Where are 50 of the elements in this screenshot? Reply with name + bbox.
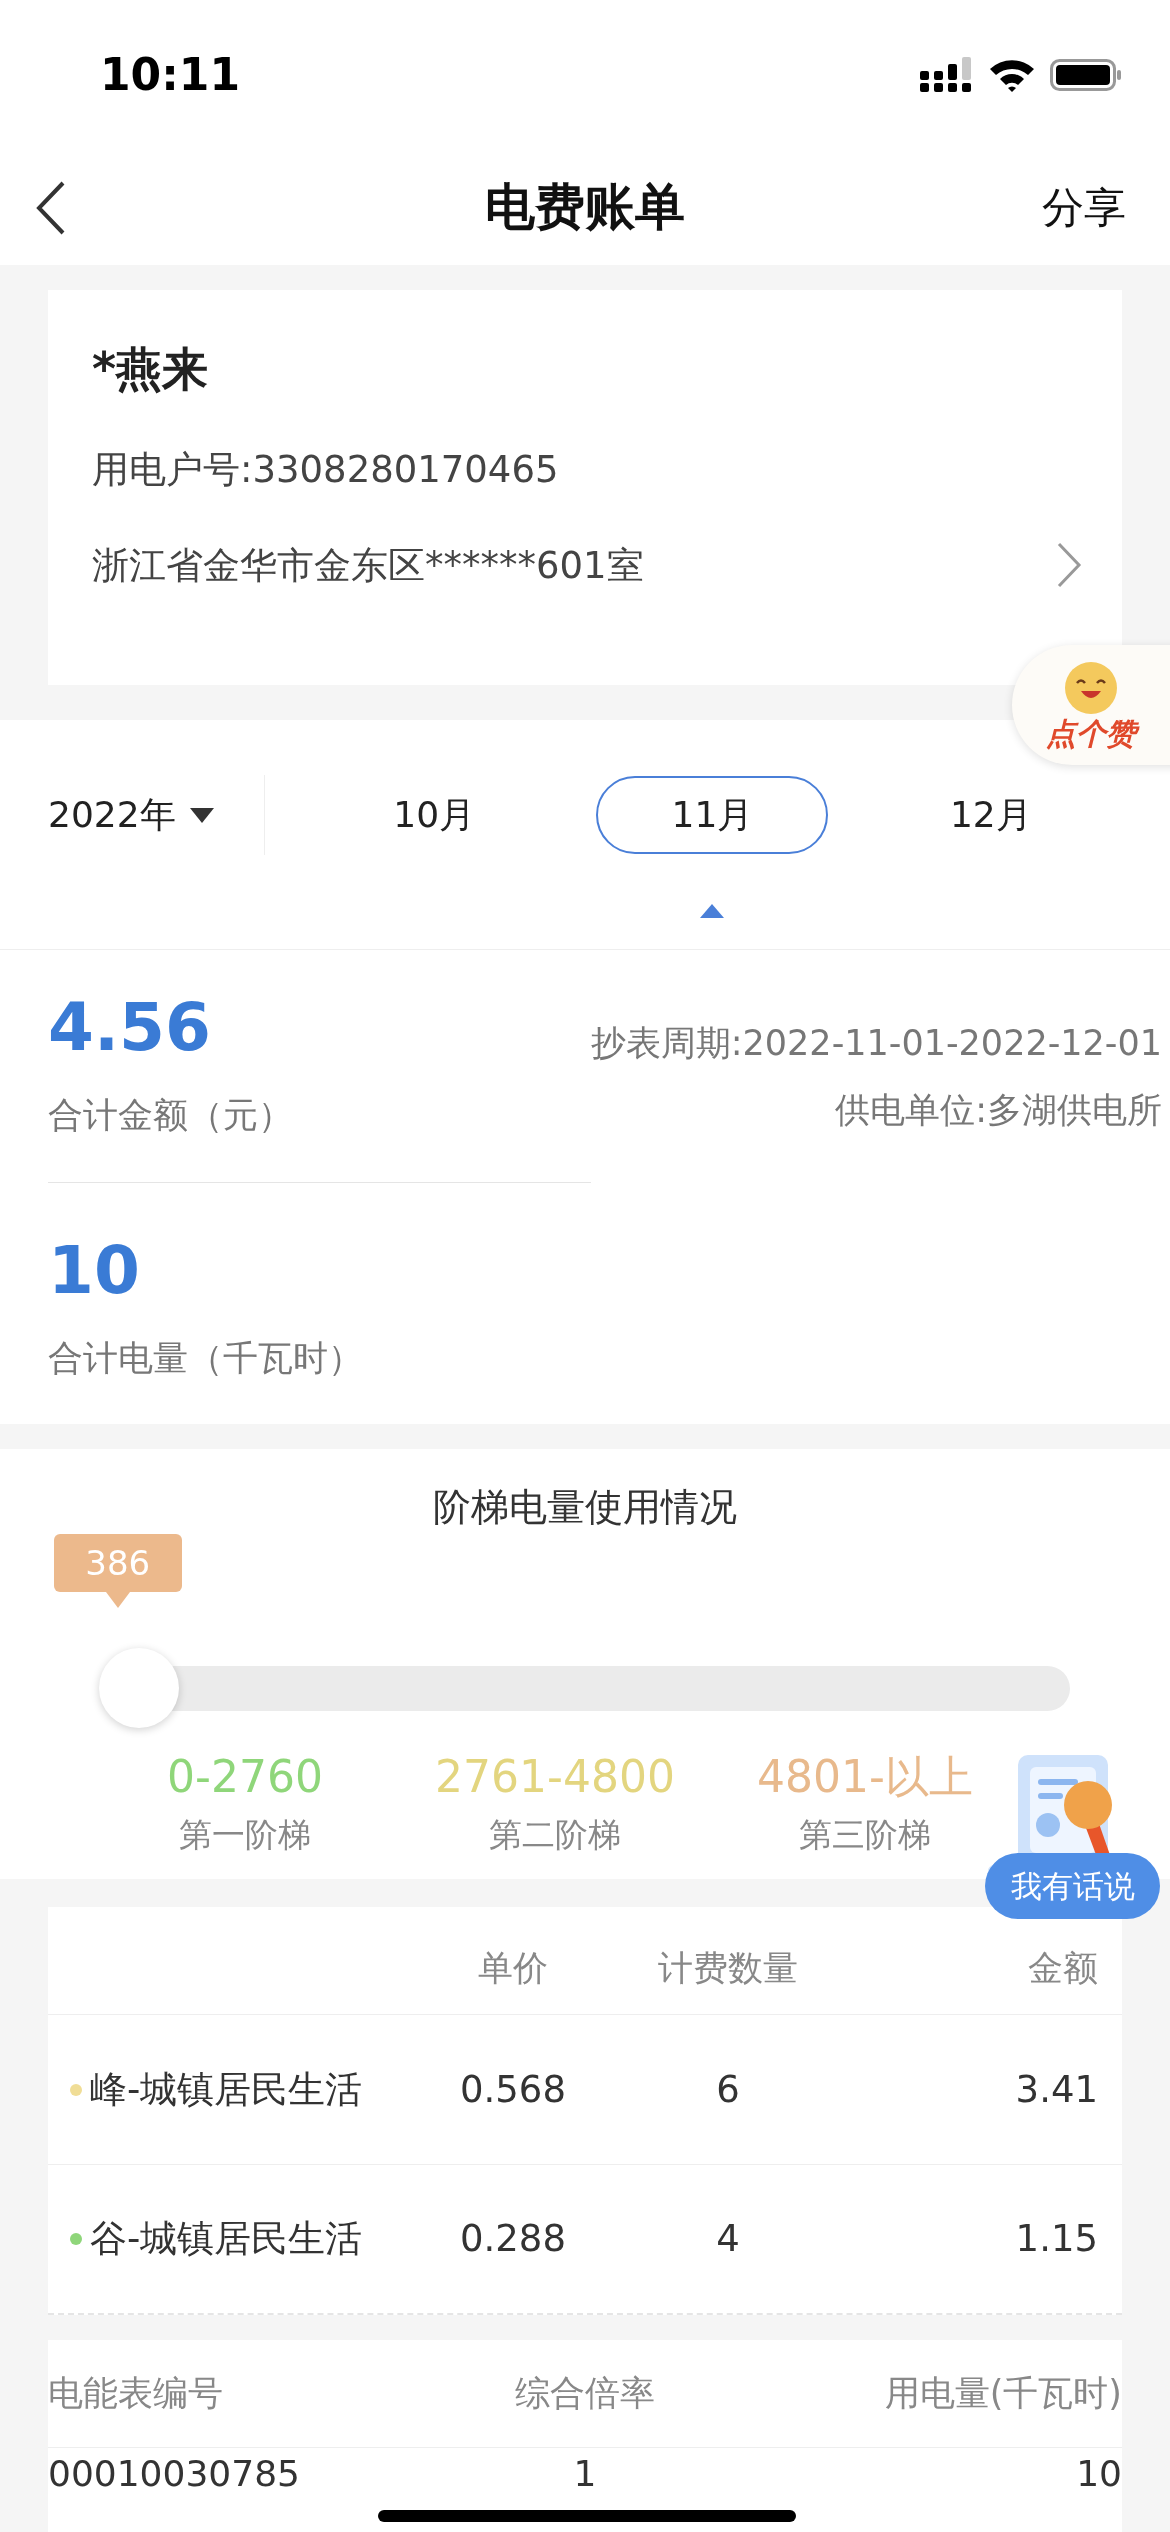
signal-icon [920, 57, 974, 93]
table-cell-text: 谷-城镇居民生活 [90, 2216, 363, 2263]
tier-range: 0-2760 [167, 1750, 323, 1804]
table-cell-text: 3.41 [1014, 2066, 1099, 2113]
supplier: 供电单位:多湖供电所 [835, 1088, 1162, 1132]
reading-tooltip: 386 [53, 1534, 182, 1608]
tier-name: 第一阶梯 [179, 1814, 311, 1856]
tier-title: 阶梯电量使用情况 [433, 1485, 737, 1529]
total-amount: 4.56 [48, 995, 211, 1061]
table-cell-text: 10 [1075, 2452, 1122, 2496]
table-cell-text: 0.288 [459, 2216, 567, 2263]
battery-icon [1050, 57, 1122, 93]
tier-range: 4801-以上 [757, 1750, 973, 1804]
column-header: 单价 [477, 1946, 549, 1990]
dropdown-icon[interactable] [189, 806, 214, 824]
column-header: 金额 [1027, 1946, 1099, 1990]
column-header: 综合倍率 [514, 2372, 656, 2416]
table-cell-text: 1.15 [1014, 2216, 1099, 2263]
year-selector[interactable]: 2022年 [48, 788, 176, 842]
account-number: 用电户号:3308280170465 [92, 447, 559, 493]
table-cell-text: 1 [572, 2452, 598, 2496]
column-header: 用电量(千瓦时) [883, 2372, 1122, 2416]
table-cell-text: 0.568 [459, 2066, 567, 2113]
table-cell-text: 4 [715, 2216, 741, 2263]
meter-period: 抄表周期:2022-11-01-2022-12-01 [590, 1022, 1162, 1065]
total-amount-label: 合计金额（元） [48, 1094, 293, 1137]
chevron-right-icon[interactable] [1056, 541, 1082, 590]
account-address: 浙江省金华市金东区******601室 [92, 542, 644, 589]
total-usage-label: 合计电量（千瓦时） [48, 1336, 363, 1380]
month-tab[interactable]: 11月 [596, 776, 829, 854]
pointer-icon [700, 904, 725, 918]
tier-name: 第三阶梯 [799, 1814, 931, 1856]
month-tab[interactable]: 12月 [874, 776, 1107, 854]
total-usage: 10 [48, 1237, 140, 1304]
wifi-icon [988, 57, 1036, 93]
tier-name: 第二阶梯 [489, 1814, 621, 1856]
tier-range: 2761-4800 [435, 1750, 675, 1804]
month-tab[interactable]: 10月 [318, 776, 551, 854]
like-badge[interactable]: 点个赞 [1012, 645, 1170, 765]
account-name: *燕来 [92, 341, 209, 398]
column-header: 计费数量 [657, 1946, 799, 1990]
table-cell-text: 峰-城镇居民生活 [90, 2066, 363, 2113]
page-title: 电费账单 [485, 177, 685, 238]
status-time: 10:11 [100, 48, 241, 102]
smiley-icon [1064, 661, 1118, 715]
share-button[interactable]: 分享 [1042, 176, 1134, 239]
back-icon[interactable] [36, 180, 66, 235]
table-cell-text: 00010030785 [48, 2452, 301, 2496]
table-cell-text: 6 [715, 2066, 741, 2113]
column-header: 电能表编号 [48, 2372, 224, 2416]
